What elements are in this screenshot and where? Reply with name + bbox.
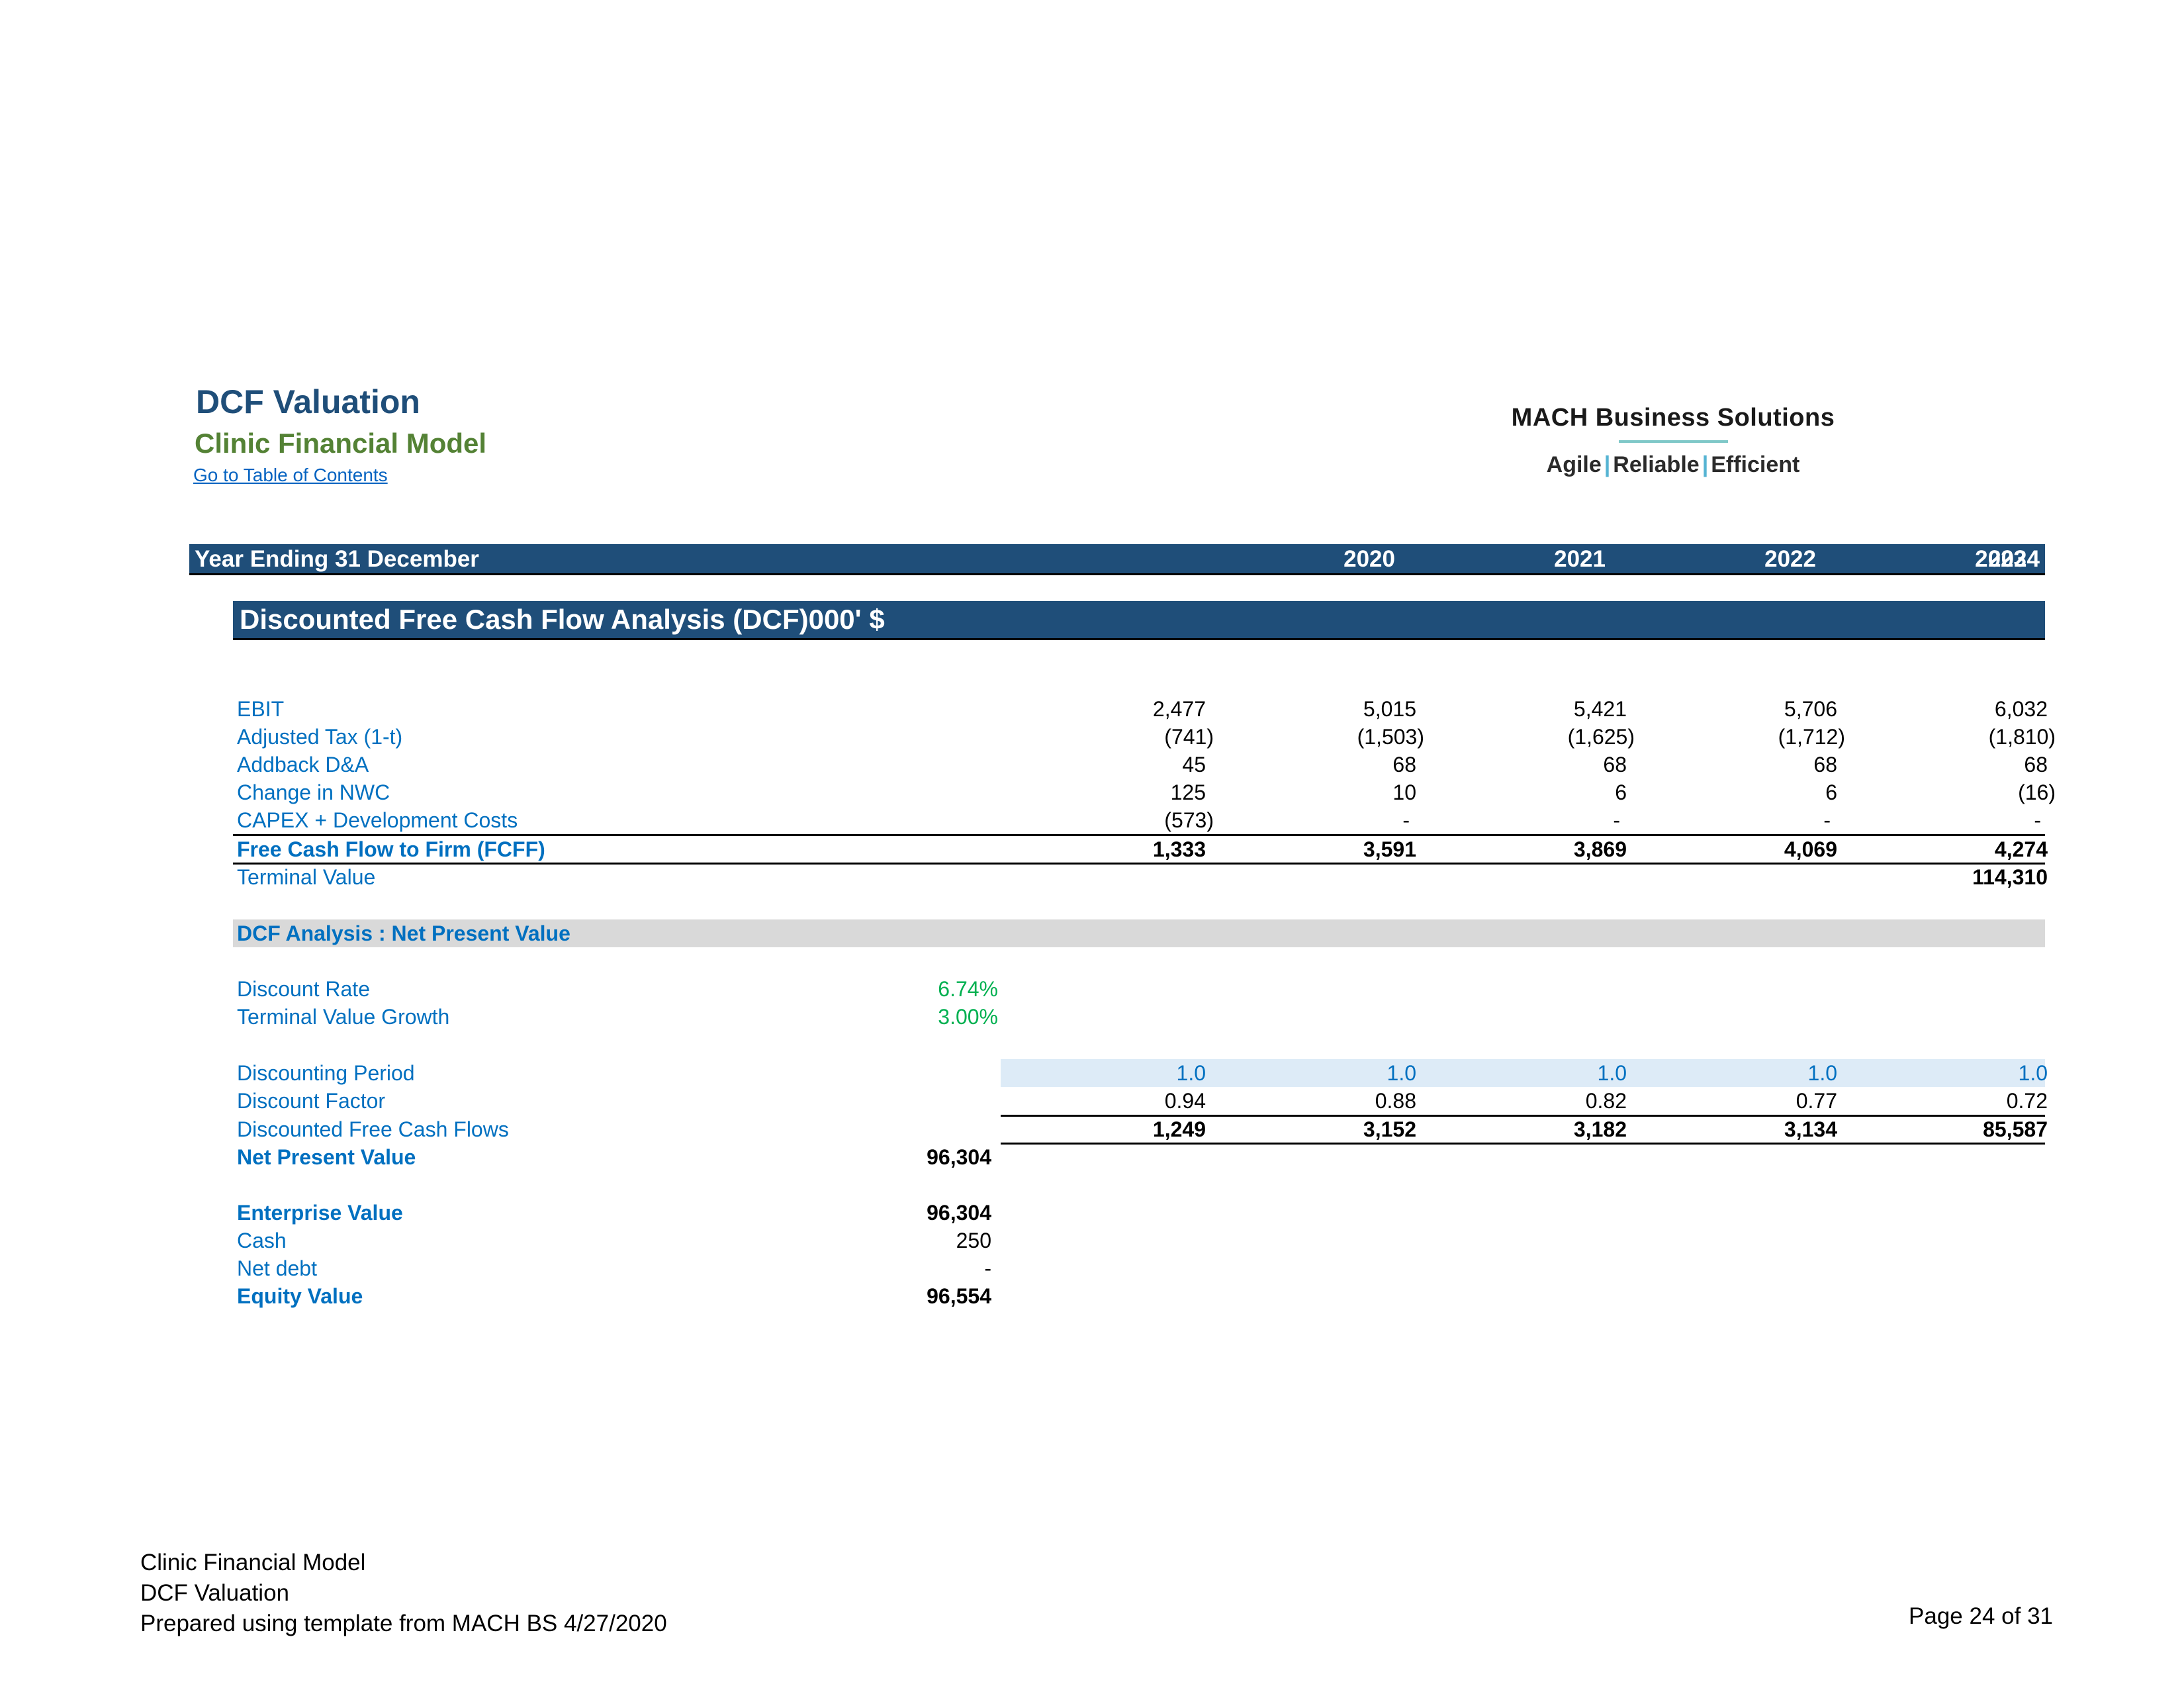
fcff-bottom-rule: [233, 863, 2045, 865]
row-label-factor: Discount Factor: [237, 1089, 386, 1113]
row-label-tv-growth: Terminal Value Growth: [237, 1005, 450, 1029]
tax-2021: (1,503): [1357, 725, 1424, 749]
row-label-nwc: Change in NWC: [237, 780, 390, 804]
net-debt-value: -: [984, 1256, 991, 1280]
npv-section-bar: DCF Analysis : Net Present Value: [233, 919, 2045, 947]
page-title: DCF Valuation: [196, 383, 420, 420]
discount-rate-value: 6.74%: [938, 977, 998, 1001]
year-header-label: Year Ending 31 December: [195, 546, 479, 572]
row-label-capex: CAPEX + Development Costs: [237, 808, 518, 832]
tax-2022: (1,625): [1567, 725, 1635, 749]
period-2024: 1.0: [2018, 1061, 2048, 1085]
logo-underline: [1618, 440, 1728, 443]
nwc-2023: 6: [1825, 780, 1837, 804]
da-2020: 45: [1182, 753, 1206, 776]
ebit-2020: 2,477: [1152, 697, 1206, 721]
company-logo: MACH Business Solutions Agile | Reliable | E…: [1501, 404, 1845, 478]
row-label-da: Addback D&A: [237, 753, 369, 776]
period-2020: 1.0: [1176, 1061, 1206, 1085]
fcff-2022: 3,869: [1573, 837, 1627, 861]
row-label-ebit: EBIT: [237, 697, 285, 721]
page-number: Page 24 of 31: [1909, 1603, 2053, 1629]
ebit-2023: 5,706: [1784, 697, 1837, 721]
footer-prepared-note: Prepared using template from MACH BS 4/2…: [140, 1611, 667, 1636]
logo-separator: |: [1604, 452, 1611, 477]
logo-tag-reliable: Reliable: [1613, 452, 1700, 477]
da-2022: 68: [1603, 753, 1627, 776]
capex-2022: -: [1613, 808, 1620, 832]
row-label-net-debt: Net debt: [237, 1256, 317, 1280]
year-2024: 2024: [1988, 546, 2040, 572]
dcf-2022: 3,182: [1573, 1117, 1627, 1141]
footer-model-name: Clinic Financial Model: [140, 1550, 366, 1575]
ev-value: 96,304: [927, 1201, 991, 1225]
factor-2020: 0.94: [1164, 1089, 1206, 1113]
logo-tag-agile: Agile: [1546, 452, 1602, 477]
row-label-npv: Net Present Value: [237, 1145, 416, 1169]
capex-2021: -: [1402, 808, 1410, 832]
nwc-2024: (16): [2018, 780, 2056, 804]
factor-2022: 0.82: [1585, 1089, 1627, 1113]
tax-2024: (1,810): [1988, 725, 2056, 749]
cash-value: 250: [956, 1229, 991, 1252]
row-label-discount-rate: Discount Rate: [237, 977, 370, 1001]
logo-separator: |: [1702, 452, 1709, 477]
factor-2024: 0.72: [2006, 1089, 2048, 1113]
nwc-2022: 6: [1615, 780, 1627, 804]
dcf-bottom-rule: [1001, 1143, 2045, 1145]
da-2021: 68: [1392, 753, 1416, 776]
tv-growth-value: 3.00%: [938, 1005, 998, 1029]
year-2021: 2021: [1554, 546, 1606, 572]
da-2024: 68: [2024, 753, 2048, 776]
logo-name: MACH Business Solutions: [1511, 404, 1835, 432]
row-label-dcf: Discounted Free Cash Flows: [237, 1117, 509, 1141]
terminal-value-2024: 114,310: [1972, 865, 2048, 889]
table-of-contents-link[interactable]: Go to Table of Contents: [193, 465, 388, 486]
da-2023: 68: [1813, 753, 1837, 776]
npv-section-title: DCF Analysis : Net Present Value: [237, 921, 570, 945]
capex-2023: -: [1823, 808, 1831, 832]
ebit-2024: 6,032: [1994, 697, 2048, 721]
capex-2020: (573): [1164, 808, 1214, 832]
row-label-ev: Enterprise Value: [237, 1201, 403, 1225]
section-title: Discounted Free Cash Flow Analysis (DCF)…: [240, 604, 885, 635]
fcff-2023: 4,069: [1784, 837, 1837, 861]
factor-2021: 0.88: [1375, 1089, 1416, 1113]
row-label-fcff: Free Cash Flow to Firm (FCFF): [237, 837, 545, 861]
npv-value: 96,304: [927, 1145, 991, 1169]
row-label-period: Discounting Period: [237, 1061, 415, 1085]
page-subtitle: Clinic Financial Model: [195, 428, 487, 459]
tax-2023: (1,712): [1778, 725, 1845, 749]
row-label-cash: Cash: [237, 1229, 287, 1252]
factor-2023: 0.77: [1796, 1089, 1837, 1113]
nwc-2021: 10: [1392, 780, 1416, 804]
row-label-equity: Equity Value: [237, 1284, 363, 1308]
nwc-2020: 125: [1170, 780, 1206, 804]
period-2021: 1.0: [1387, 1061, 1416, 1085]
capex-2024: -: [2034, 808, 2041, 832]
row-label-tax: Adjusted Tax (1-t): [237, 725, 403, 749]
dcf-2023: 3,134: [1784, 1117, 1837, 1141]
period-2022: 1.0: [1597, 1061, 1627, 1085]
logo-tagline: Agile | Reliable | Efficient: [1501, 452, 1845, 478]
year-header-bar: Year Ending 31 December 2020 2021 2022 2…: [189, 544, 2045, 575]
period-2023: 1.0: [1807, 1061, 1837, 1085]
dcf-2021: 3,152: [1363, 1117, 1416, 1141]
fcff-2020: 1,333: [1152, 837, 1206, 861]
dcf-2020: 1,249: [1152, 1117, 1206, 1141]
page-footer: Clinic Financial Model DCF Valuation Pre…: [140, 1548, 667, 1639]
fcff-2021: 3,591: [1363, 837, 1416, 861]
fcff-2024: 4,274: [1994, 837, 2048, 861]
dcf-2024: 85,587: [1983, 1117, 2048, 1141]
ebit-2022: 5,421: [1573, 697, 1627, 721]
row-label-terminal: Terminal Value: [237, 865, 376, 889]
year-2020: 2020: [1343, 546, 1395, 572]
logo-tag-efficient: Efficient: [1711, 452, 1800, 477]
footer-sheet-name: DCF Valuation: [140, 1580, 290, 1606]
ebit-2021: 5,015: [1363, 697, 1416, 721]
year-2022: 2022: [1764, 546, 1816, 572]
section-title-bar: Discounted Free Cash Flow Analysis (DCF)…: [233, 601, 2045, 640]
tax-2020: (741): [1164, 725, 1214, 749]
equity-value: 96,554: [927, 1284, 991, 1308]
